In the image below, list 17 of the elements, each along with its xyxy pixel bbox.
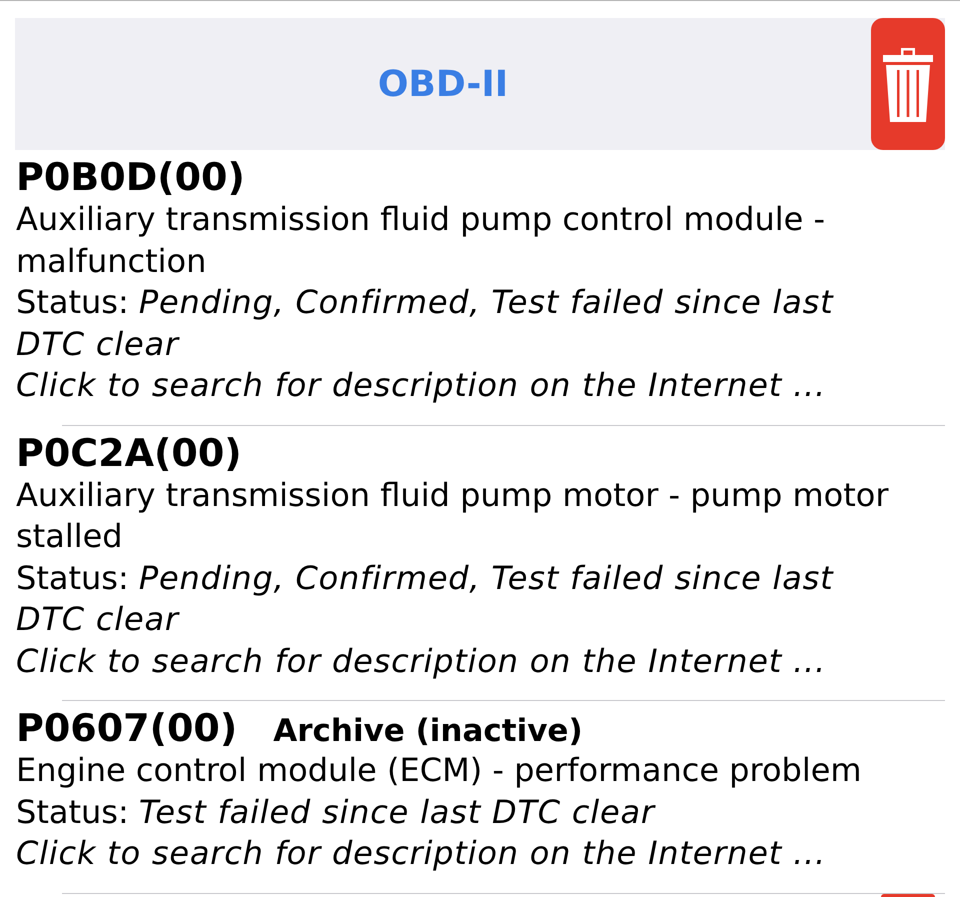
search-link[interactable]: Click to search for description on the Internet ... [16, 366, 826, 404]
code-description: Engine control module (ECM) - performance problem [16, 750, 863, 791]
code-status: Status: Pending, Confirmed, Test failed since last DTC clear [16, 558, 835, 640]
search-link[interactable]: Click to search for description on the Internet ... [16, 834, 826, 872]
code-description: Auxiliary transmission fluid pump motor - pump motor stalled [16, 474, 890, 557]
trouble-code: P0607(00) [16, 706, 238, 750]
delete-button[interactable] [871, 18, 945, 150]
delete-button[interactable] [881, 894, 935, 896]
section-title: OBD-II [378, 64, 508, 104]
code-status: Status: Pending, Confirmed, Test failed since last DTC clear [16, 282, 835, 364]
code-description: Auxiliary transmission fluid pump control module - malfunction [16, 199, 826, 282]
trash-icon [883, 46, 933, 122]
trouble-code: P0B0D(00) [16, 155, 245, 199]
code-status: Status: Test failed since last DTC clear [16, 792, 657, 832]
trouble-code: P0C2A(00) [16, 430, 242, 474]
search-link[interactable]: Click to search for description on the Internet ... [16, 642, 826, 680]
archive-label: Archive (inactive) [273, 712, 583, 751]
